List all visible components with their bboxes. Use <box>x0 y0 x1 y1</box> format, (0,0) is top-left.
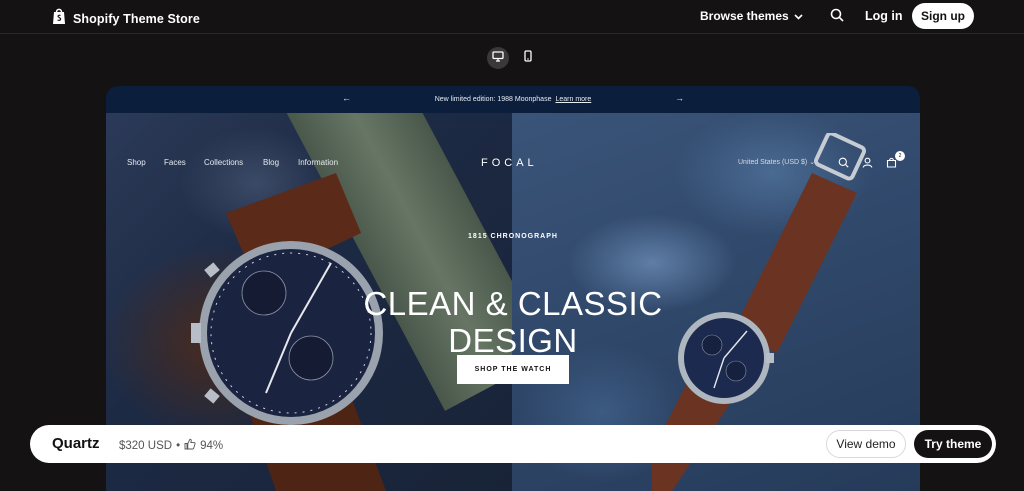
view-demo-button[interactable]: View demo <box>826 430 906 458</box>
announcement-text: New limited edition: 1988 Moonphase <box>434 96 552 103</box>
hero-title-line-1: CLEAN & CLASSIC <box>363 285 663 322</box>
store-nav-faces[interactable]: Faces <box>164 158 186 167</box>
shopify-bag-icon <box>51 7 67 30</box>
brand[interactable]: Shopify Theme Store <box>51 7 200 30</box>
store-nav-information[interactable]: Information <box>298 158 338 167</box>
hero-subtitle: 1815 CHRONOGRAPH <box>468 233 558 240</box>
desktop-preview-toggle[interactable] <box>487 47 509 69</box>
hero-title-line-2: DESIGN <box>448 322 578 359</box>
store-nav-collections[interactable]: Collections <box>204 158 243 167</box>
account-icon[interactable] <box>862 155 873 173</box>
cart-count-badge: 2 <box>895 151 905 161</box>
browse-themes-menu[interactable]: Browse themes <box>700 9 803 23</box>
signup-button[interactable]: Sign up <box>912 3 974 29</box>
store-search-icon[interactable] <box>838 155 849 173</box>
announcement-next-arrow[interactable]: → <box>675 93 684 103</box>
theme-rating: 94% <box>200 439 224 452</box>
login-link[interactable]: Log in <box>865 9 903 23</box>
store-nav-shop[interactable]: Shop <box>127 158 146 167</box>
desktop-icon <box>492 49 504 67</box>
top-nav: Shopify Theme Store Browse themes Log in… <box>0 0 1024 34</box>
search-icon[interactable] <box>830 8 844 27</box>
store-nav-blog[interactable]: Blog <box>263 158 279 167</box>
store-nav: Shop Faces Collections Blog Information … <box>106 151 920 173</box>
announcement-link[interactable]: Learn more <box>555 96 591 103</box>
announcement-prev-arrow[interactable]: ← <box>342 93 351 103</box>
currency-selector[interactable]: United States (USD $) ⌄ <box>738 158 815 166</box>
mobile-icon <box>524 49 532 67</box>
theme-name: Quartz <box>52 435 100 452</box>
shop-the-watch-button[interactable]: SHOP THE WATCH <box>457 355 569 384</box>
theme-info-bar: Quartz $320 USD • 94% View demo Try them… <box>30 425 996 463</box>
chevron-down-icon <box>794 9 803 23</box>
store-logo[interactable]: FOCAL <box>481 157 538 169</box>
thumbs-up-icon <box>184 438 196 453</box>
browse-themes-label: Browse themes <box>700 9 789 23</box>
theme-price: $320 USD <box>119 439 173 452</box>
mobile-preview-toggle[interactable] <box>517 47 539 69</box>
announcement-bar: ← New limited edition: 1988 Moonphase Le… <box>106 86 920 113</box>
try-theme-button[interactable]: Try theme <box>914 430 992 458</box>
brand-title: Shopify Theme Store <box>73 11 200 26</box>
hero-title: CLEAN & CLASSIC DESIGN <box>106 285 920 359</box>
meta-separator: • <box>176 439 181 452</box>
theme-meta: $320 USD • 94% <box>119 438 223 453</box>
